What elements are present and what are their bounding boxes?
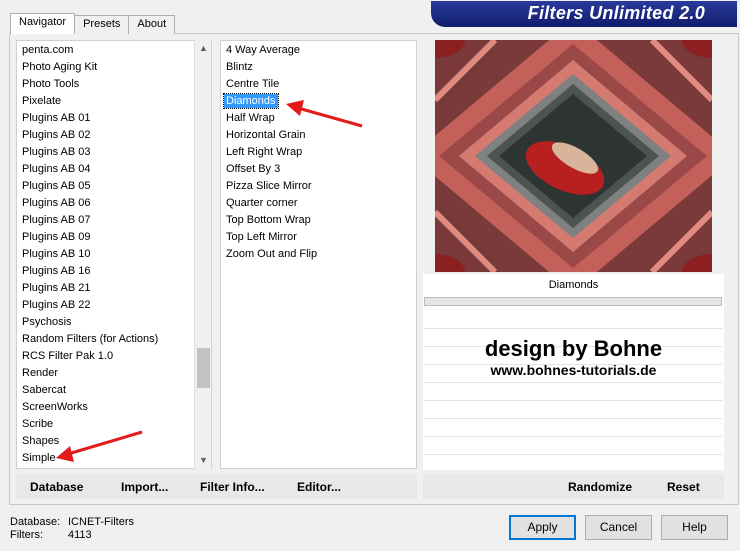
list-item[interactable]: Plugins AB 09 xyxy=(17,229,211,246)
list-item[interactable]: Zoom Out and Flip xyxy=(221,246,416,263)
status-filters-value: 4113 xyxy=(68,529,92,541)
watermark-title: design by Bohne xyxy=(484,336,663,361)
parameter-divider xyxy=(424,436,722,437)
red-arrow-icon xyxy=(56,430,143,462)
list-item[interactable]: RCS Filter Pak 1.0 xyxy=(17,348,211,365)
left-button-bar: Database Import... Filter Info... Editor… xyxy=(16,474,417,499)
list-item[interactable]: Blintz xyxy=(221,59,416,76)
list-item[interactable]: Photo Tools xyxy=(17,76,211,93)
list-item[interactable]: Random Filters (for Actions) xyxy=(17,331,211,348)
status-database-value: ICNET-Filters xyxy=(68,516,134,528)
import-button[interactable]: Import... xyxy=(121,480,168,494)
list-item[interactable]: Plugins AB 16 xyxy=(17,263,211,280)
tab-presets[interactable]: Presets xyxy=(74,15,130,34)
list-item[interactable]: Plugins AB 03 xyxy=(17,144,211,161)
list-item[interactable]: Pizza Slice Mirror xyxy=(221,178,416,195)
preview-filter-name: Diamonds xyxy=(548,279,599,291)
scroll-down-icon[interactable]: ▼ xyxy=(195,452,212,469)
right-button-bar: Randomize Reset xyxy=(423,474,724,499)
reset-button[interactable]: Reset xyxy=(667,480,700,494)
selected-filter-label: Diamonds xyxy=(223,93,279,109)
tab-strip: Navigator Presets About xyxy=(10,13,176,34)
list-item[interactable]: Plugins AB 06 xyxy=(17,195,211,212)
list-item[interactable]: Top Left Mirror xyxy=(221,229,416,246)
list-item[interactable]: Plugins AB 21 xyxy=(17,280,211,297)
parameter-divider xyxy=(424,454,722,455)
preview-image xyxy=(435,40,712,272)
list-item[interactable]: Plugins AB 10 xyxy=(17,246,211,263)
list-item[interactable]: Plugins AB 05 xyxy=(17,178,211,195)
help-button[interactable]: Help xyxy=(661,515,728,540)
list-item[interactable]: Left Right Wrap xyxy=(221,144,416,161)
status-database: Database: ICNET-Filters xyxy=(10,516,134,528)
list-item[interactable]: Centre Tile xyxy=(221,76,416,93)
list-item[interactable]: Sabercat xyxy=(17,382,211,399)
randomize-button[interactable]: Randomize xyxy=(568,480,632,494)
list-item[interactable]: Quarter corner xyxy=(221,195,416,212)
category-scrollbar[interactable]: ▲ ▼ xyxy=(194,40,211,469)
list-item[interactable]: Photo Aging Kit xyxy=(17,59,211,76)
list-item[interactable]: Plugins AB 02 xyxy=(17,127,211,144)
list-item[interactable]: 4 Way Average xyxy=(221,42,416,59)
filter-info-button[interactable]: Filter Info... xyxy=(200,480,265,494)
parameter-divider xyxy=(424,400,722,401)
list-item[interactable]: Offset By 3 xyxy=(221,161,416,178)
status-filters-label: Filters: xyxy=(10,529,43,541)
apply-button[interactable]: Apply xyxy=(509,515,576,540)
parameter-divider xyxy=(424,418,722,419)
list-item[interactable]: Plugins AB 07 xyxy=(17,212,211,229)
list-item[interactable]: Plugins AB 01 xyxy=(17,110,211,127)
watermark-url: www.bohnes-tutorials.de xyxy=(490,362,657,378)
parameter-divider xyxy=(424,382,722,383)
scroll-thumb[interactable] xyxy=(197,348,210,388)
list-item[interactable]: Pixelate xyxy=(17,93,211,110)
progress-bar xyxy=(424,297,722,306)
list-item[interactable]: penta.com xyxy=(17,42,211,59)
editor-button[interactable]: Editor... xyxy=(297,480,341,494)
filters-unlimited-banner: Filters Unlimited 2.0 xyxy=(431,1,737,27)
list-item[interactable]: ScreenWorks xyxy=(17,399,211,416)
database-button[interactable]: Database xyxy=(30,480,83,494)
status-database-label: Database: xyxy=(10,516,61,528)
cancel-button[interactable]: Cancel xyxy=(585,515,652,540)
red-arrow-icon xyxy=(286,100,363,128)
list-item[interactable]: Plugins AB 04 xyxy=(17,161,211,178)
tab-about[interactable]: About xyxy=(128,15,176,34)
list-item[interactable]: Top Bottom Wrap xyxy=(221,212,416,229)
list-item[interactable]: Render xyxy=(17,365,211,382)
list-item[interactable]: Plugins AB 22 xyxy=(17,297,211,314)
parameter-panel: Diamonds design by Bohne www.bohnes-tuto… xyxy=(423,274,724,470)
category-list[interactable]: penta.com Photo Aging Kit Photo Tools Pi… xyxy=(16,40,212,469)
tab-navigator[interactable]: Navigator xyxy=(10,13,76,34)
list-item[interactable]: Psychosis xyxy=(17,314,211,331)
status-filters: Filters: 4113 xyxy=(10,529,92,541)
scroll-up-icon[interactable]: ▲ xyxy=(195,40,212,57)
parameter-divider xyxy=(424,328,722,329)
